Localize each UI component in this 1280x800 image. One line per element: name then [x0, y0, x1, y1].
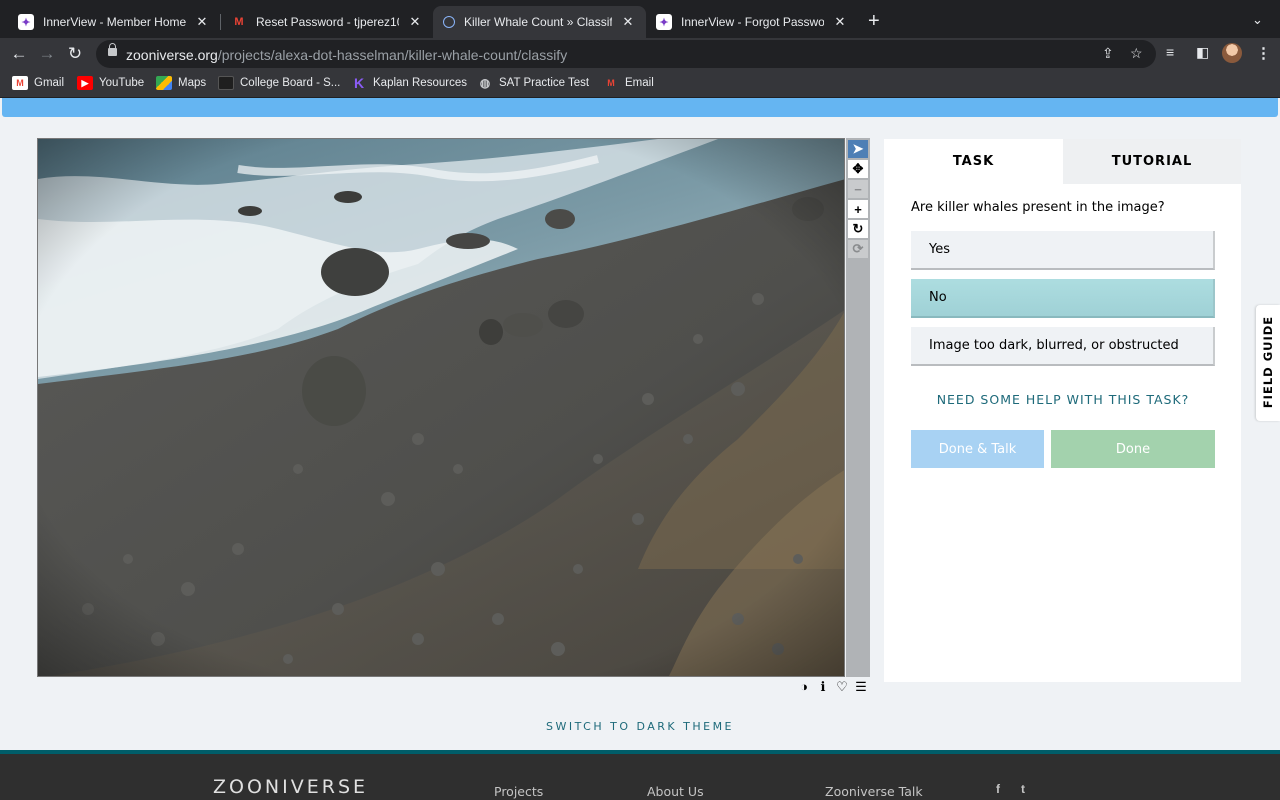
- collection-icon[interactable]: ☰: [854, 679, 868, 695]
- bookmark-label: Gmail: [34, 77, 65, 89]
- browser-tab-innerview-home[interactable]: ✦ InnerView - Member Home Pag ✕: [8, 6, 220, 38]
- address-bar[interactable]: zooniverse.org/projects/alexa-dot-hassel…: [96, 40, 1156, 68]
- tab-search-icon[interactable]: ⌄: [1252, 12, 1263, 28]
- pan-tool-icon[interactable]: ✥: [848, 160, 868, 178]
- field-guide-label: FIELD GUIDE: [1261, 315, 1275, 409]
- subject-image[interactable]: [37, 138, 845, 677]
- back-icon[interactable]: ←: [8, 43, 30, 65]
- browser-toolbar: ← → ↻ zooniverse.org/projects/alexa-dot-…: [0, 38, 1280, 70]
- answer-no[interactable]: No: [911, 279, 1215, 318]
- close-tab-icon[interactable]: ✕: [407, 14, 423, 30]
- task-help-link[interactable]: NEED SOME HELP WITH THIS TASK?: [911, 392, 1215, 407]
- switch-theme-link[interactable]: SWITCH TO DARK THEME: [0, 720, 1280, 733]
- innerview-icon: ✦: [18, 14, 34, 30]
- tab-title: InnerView - Member Home Pag: [43, 15, 186, 29]
- bookmark-star-icon[interactable]: ☆: [1130, 45, 1143, 62]
- bookmark-sat-practice[interactable]: ◍ SAT Practice Test: [477, 76, 589, 90]
- task-question: Are killer whales present in the image?: [911, 200, 1165, 215]
- close-tab-icon[interactable]: ✕: [194, 14, 210, 30]
- info-icon[interactable]: ℹ: [816, 679, 830, 695]
- facebook-icon[interactable]: f: [996, 782, 1000, 796]
- pointer-tool-icon[interactable]: ➤: [848, 140, 868, 158]
- url-host: zooniverse.org: [126, 47, 218, 63]
- maps-icon: [156, 76, 172, 90]
- tab-title: Reset Password - tjperez10@g: [256, 15, 399, 29]
- heart-icon[interactable]: ♡: [835, 679, 849, 695]
- globe-icon: ◍: [479, 76, 491, 90]
- new-tab-icon[interactable]: +: [868, 10, 880, 33]
- footer-link-talk[interactable]: Zooniverse Talk: [825, 784, 923, 799]
- reload-icon[interactable]: ↻: [64, 43, 86, 65]
- kaplan-icon: K: [353, 75, 365, 91]
- url-path: /projects/alexa-dot-hasselman/killer-wha…: [217, 47, 568, 63]
- profile-avatar[interactable]: [1222, 43, 1242, 63]
- zooniverse-icon: [443, 16, 455, 28]
- forward-icon[interactable]: →: [36, 43, 58, 65]
- zooniverse-logo[interactable]: ZOONIVERSE: [213, 776, 368, 798]
- bookmark-email[interactable]: M Email: [603, 76, 654, 90]
- reset-view-icon[interactable]: ⟳: [848, 240, 868, 258]
- tab-title: InnerView - Forgot Password: [681, 15, 824, 29]
- answer-yes[interactable]: Yes: [911, 231, 1215, 270]
- bookmark-maps[interactable]: Maps: [156, 76, 206, 90]
- browser-tab-killer-whale[interactable]: Killer Whale Count » Classify — ✕: [433, 6, 646, 38]
- rotate-icon[interactable]: ↻: [848, 220, 868, 238]
- answer-label: No: [929, 290, 947, 305]
- browser-menu-icon[interactable]: ⋮: [1256, 44, 1271, 62]
- side-panel-icon[interactable]: ◧: [1196, 44, 1209, 61]
- footer-link-about[interactable]: About Us: [647, 784, 704, 799]
- announcement-banner: [2, 98, 1278, 117]
- bookmarks-bar: M Gmail ▶ YouTube Maps College Board - S…: [0, 70, 1280, 98]
- gmail-icon: M: [607, 78, 615, 88]
- youtube-icon: ▶: [77, 76, 93, 90]
- done-button[interactable]: Done: [1051, 430, 1215, 468]
- beach-photo: [38, 139, 844, 676]
- bookmark-gmail[interactable]: M Gmail: [12, 76, 64, 90]
- browser-tab-reset-password[interactable]: M Reset Password - tjperez10@g ✕: [221, 6, 433, 38]
- answer-too-dark[interactable]: Image too dark, blurred, or obstructed: [911, 327, 1215, 366]
- bookmark-label: SAT Practice Test: [499, 77, 590, 89]
- url-text[interactable]: zooniverse.org/projects/alexa-dot-hassel…: [126, 47, 567, 63]
- bookmark-label: Maps: [178, 77, 207, 89]
- bookmark-label: College Board - S...: [240, 77, 341, 89]
- bookmark-label: Email: [625, 77, 654, 89]
- gmail-icon: M: [12, 76, 28, 90]
- contrast-icon[interactable]: ◑: [797, 679, 811, 695]
- zoom-out-icon[interactable]: −: [848, 180, 868, 198]
- zoom-in-icon[interactable]: +: [848, 200, 868, 218]
- classify-page: ➤ ✥ − + ↻ ⟳ ◑ ℹ ♡ ☰ TASK TUTORIAL Are ki…: [0, 98, 1280, 800]
- tab-tutorial[interactable]: TUTORIAL: [1063, 139, 1241, 184]
- answer-label: Image too dark, blurred, or obstructed: [929, 338, 1179, 353]
- lock-icon: [108, 43, 117, 56]
- image-toolbar: ➤ ✥ − + ↻ ⟳: [846, 138, 870, 677]
- college-board-icon: [218, 76, 234, 90]
- tab-title: Killer Whale Count » Classify —: [464, 15, 612, 29]
- bookmark-kaplan[interactable]: K Kaplan Resources: [351, 75, 467, 91]
- bookmark-college-board[interactable]: College Board - S...: [218, 76, 340, 90]
- innerview-icon: ✦: [656, 14, 672, 30]
- share-icon[interactable]: ⇪: [1102, 45, 1114, 62]
- close-tab-icon[interactable]: ✕: [832, 14, 848, 30]
- done-and-talk-button[interactable]: Done & Talk: [911, 430, 1044, 468]
- gmail-icon: M: [234, 16, 244, 28]
- site-footer: ZOONIVERSE Projects About Us Zooniverse …: [0, 750, 1280, 800]
- bookmark-label: YouTube: [99, 77, 145, 89]
- browser-tab-forgot-password[interactable]: ✦ InnerView - Forgot Password ✕: [646, 6, 858, 38]
- tab-task[interactable]: TASK: [884, 139, 1063, 184]
- footer-link-projects[interactable]: Projects: [494, 784, 543, 799]
- answer-label: Yes: [929, 242, 950, 257]
- twitter-icon[interactable]: t: [1021, 782, 1025, 796]
- close-tab-icon[interactable]: ✕: [620, 14, 636, 30]
- subject-meta-icons: ◑ ℹ ♡ ☰: [797, 679, 868, 695]
- bookmark-label: Kaplan Resources: [373, 77, 467, 89]
- bookmark-youtube[interactable]: ▶ YouTube: [77, 76, 144, 90]
- browser-tab-bar: ✦ InnerView - Member Home Pag ✕ M Reset …: [0, 0, 1280, 38]
- media-queue-icon[interactable]: ≡: [1166, 44, 1174, 60]
- task-panel: TASK TUTORIAL Are killer whales present …: [884, 139, 1241, 682]
- field-guide-tab[interactable]: FIELD GUIDE: [1256, 305, 1280, 421]
